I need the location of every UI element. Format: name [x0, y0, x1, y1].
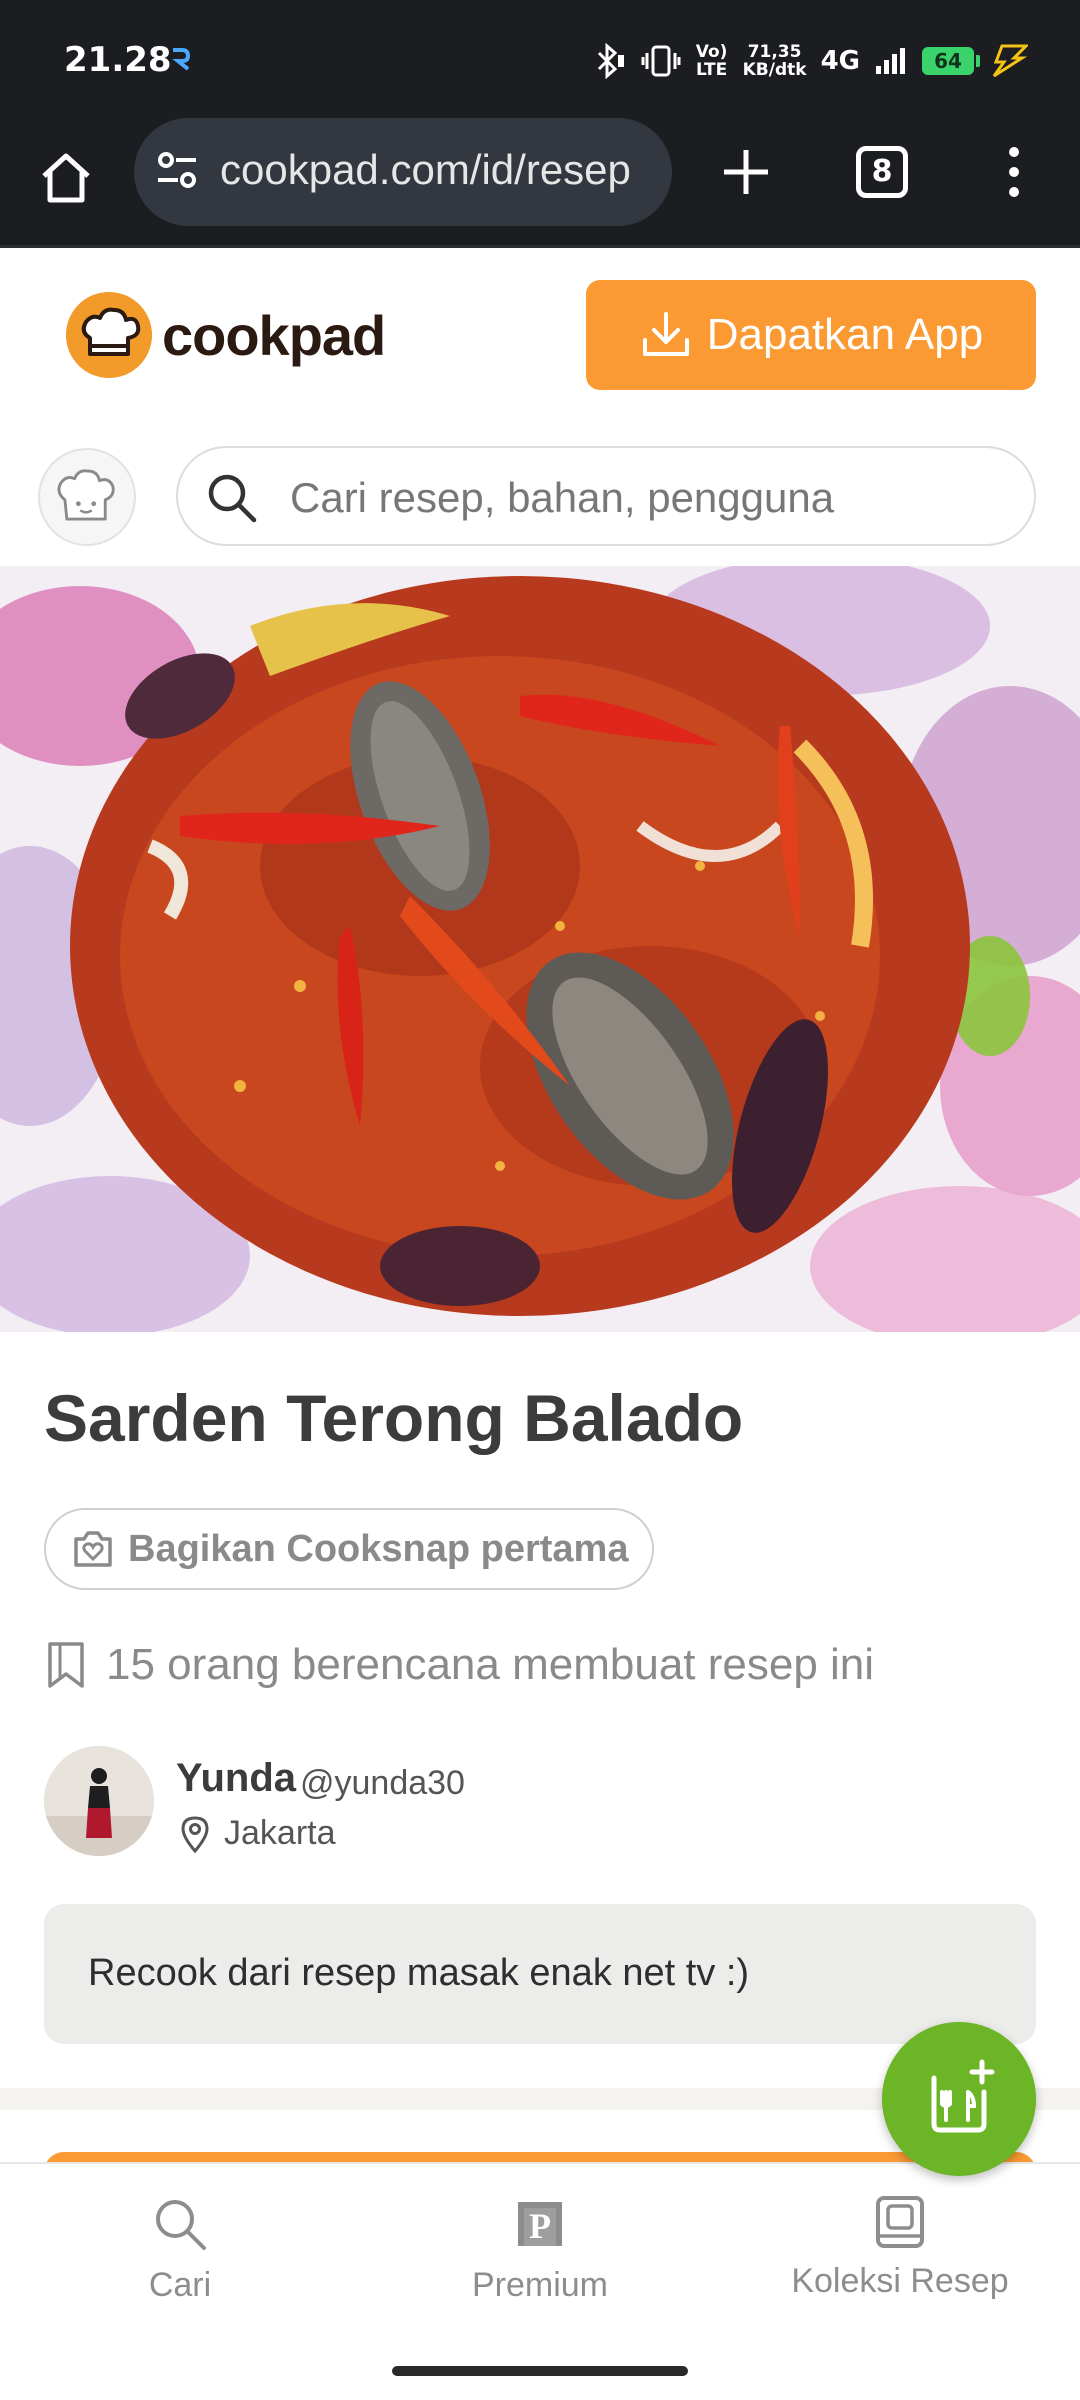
bluetooth-icon — [597, 43, 624, 79]
vibrate-icon — [641, 45, 681, 77]
home-indicator[interactable] — [392, 2366, 688, 2376]
recipe-description: Recook dari resep masak enak net tv :) — [44, 1904, 1036, 2044]
bottom-navigation: Cari P Premium Koleksi Resep — [0, 2162, 1080, 2400]
plan-count-text: 15 orang berencana membuat resep ini — [106, 1640, 875, 1689]
download-icon — [642, 312, 689, 356]
charging-icon — [992, 44, 1028, 78]
recipe-photo — [0, 566, 1080, 1332]
cookpad-logo[interactable]: cookpad — [66, 292, 386, 378]
more-options-icon[interactable] — [996, 142, 1032, 202]
author-avatar[interactable] — [44, 1746, 154, 1856]
search-icon — [156, 2200, 206, 2250]
site-header: cookpad Dapatkan App Cari resep, bahan, … — [0, 250, 1080, 565]
author-name[interactable]: Yunda — [176, 1756, 296, 1801]
add-recipe-button[interactable] — [882, 2022, 1036, 2176]
nav-item-premium[interactable]: P Premium — [390, 2194, 690, 2305]
nav-label-premium: Premium — [471, 2266, 609, 2304]
status-icons: Vo) LTE 71,35 KB/dtk 4G 64 — [593, 34, 1028, 88]
battery-indicator: 64 — [922, 47, 980, 75]
home-icon[interactable] — [36, 148, 96, 208]
network-type: 4G — [820, 46, 860, 76]
plan-count-row: 15 orang berencana membuat resep ini — [44, 1640, 874, 1690]
bookmark-icon — [48, 1642, 84, 1688]
address-bar[interactable]: cookpad.com/id/resep — [134, 118, 672, 226]
cooksnap-label: Bagikan Cooksnap pertama — [128, 1527, 629, 1570]
nav-item-search[interactable]: Cari — [30, 2194, 330, 2305]
search-placeholder[interactable]: Cari resep, bahan, pengguna — [290, 474, 834, 522]
nav-item-collection[interactable]: Koleksi Resep — [750, 2194, 1050, 2301]
net-speed-value: 71,35 — [747, 42, 802, 62]
get-app-button[interactable]: Dapatkan App — [586, 280, 1036, 390]
svg-text:P: P — [529, 2206, 551, 2246]
nav-label-collection: Koleksi Resep — [791, 2262, 1009, 2300]
status-bar: 21.28 Vo) LTE 71,35 KB/dtk 4G 64 — [0, 0, 1080, 118]
recipe-title: Sarden Terong Balado — [44, 1381, 744, 1455]
tab-switcher-button[interactable]: 8 — [856, 146, 908, 198]
recipe-collection-icon — [876, 2196, 924, 2248]
new-tab-icon[interactable] — [716, 142, 776, 202]
search-icon — [208, 474, 257, 523]
share-cooksnap-button[interactable]: Bagikan Cooksnap pertama — [44, 1508, 654, 1590]
volte-label: Vo) LTE — [695, 42, 728, 80]
net-speed: 71,35 KB/dtk — [743, 43, 807, 79]
chef-hat-logo-icon — [66, 292, 152, 378]
nav-label-search: Cari — [148, 2266, 212, 2304]
get-app-label: Dapatkan App — [706, 310, 984, 359]
net-speed-unit: KB/dtk — [742, 60, 807, 80]
camera-heart-icon — [74, 1531, 112, 1567]
url-text[interactable]: cookpad.com/id/resep — [220, 146, 660, 194]
author-handle[interactable]: @yunda30 — [300, 1764, 465, 1803]
guest-avatar-icon[interactable] — [38, 448, 136, 546]
site-settings-icon[interactable] — [154, 148, 200, 194]
search-field[interactable]: Cari resep, bahan, pengguna — [176, 446, 1036, 546]
notification-icon — [172, 48, 191, 71]
status-time: 21.28 — [64, 40, 172, 80]
description-text: Recook dari resep masak enak net tv :) — [88, 1952, 750, 1994]
location-pin-icon — [181, 1815, 209, 1853]
premium-icon: P — [518, 2202, 562, 2246]
author-location: Jakarta — [180, 1814, 336, 1853]
browser-toolbar: cookpad.com/id/resep 8 — [0, 118, 1080, 248]
location-text: Jakarta — [224, 1814, 336, 1852]
logo-text: cookpad — [162, 303, 386, 367]
signal-icon — [876, 48, 905, 74]
